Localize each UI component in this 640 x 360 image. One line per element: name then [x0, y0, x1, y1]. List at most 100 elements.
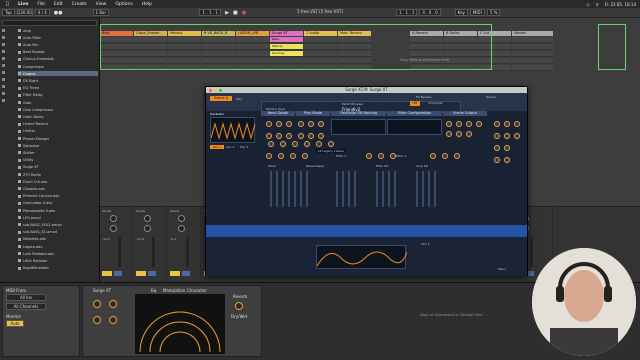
surge-knob[interactable]	[298, 133, 304, 139]
surge-knob[interactable]	[430, 153, 436, 159]
surge-knob[interactable]	[494, 145, 500, 151]
surge-slider[interactable]	[348, 171, 350, 207]
surge-slider[interactable]	[300, 171, 302, 207]
knob-4[interactable]	[109, 316, 117, 324]
browser-item[interactable]: Pianosorbite II.adv	[18, 208, 98, 213]
search-icon[interactable]: ⚲	[596, 2, 599, 7]
browser-item[interactable]: RapidShredder	[18, 266, 98, 271]
surge-knob[interactable]	[378, 153, 384, 159]
volume-fader[interactable]	[118, 237, 121, 267]
surge-knob[interactable]	[266, 153, 272, 159]
surge-slider[interactable]	[282, 171, 284, 207]
knob-1[interactable]	[93, 300, 101, 308]
filter-config-tab[interactable]: Filter Configuration	[387, 111, 442, 116]
surge-knob[interactable]	[456, 131, 462, 137]
surge-knob[interactable]	[318, 121, 324, 127]
oscillator-display[interactable]	[210, 117, 256, 143]
stop-icon[interactable]: ■	[233, 10, 238, 16]
send-b-knob[interactable]	[110, 225, 117, 232]
monitor-auto-button[interactable]: Auto	[6, 320, 24, 327]
character-label[interactable]: Character	[428, 101, 443, 105]
browser-category[interactable]	[2, 63, 18, 68]
surge-knob[interactable]	[466, 131, 472, 137]
scene-output-tab[interactable]: Scene Output	[443, 111, 487, 116]
surge-slider[interactable]	[422, 171, 424, 207]
surge-slider[interactable]	[354, 171, 356, 207]
send-a-knob[interactable]	[110, 215, 117, 222]
browser-item[interactable]: Drum Cut.adv	[18, 179, 98, 184]
surge-knob[interactable]	[456, 121, 462, 127]
surge-slider[interactable]	[388, 171, 390, 207]
surge-knob[interactable]	[280, 141, 286, 147]
browser-item[interactable]: Hybrid Reverb	[18, 122, 98, 127]
modulation-strip[interactable]	[206, 225, 527, 237]
browser-item[interactable]: Glue Compressor	[18, 107, 98, 112]
surge-knob[interactable]	[308, 121, 314, 127]
browser-item[interactable]: sub-BASS_VOL2.amxd	[18, 222, 98, 227]
close-icon[interactable]	[209, 88, 212, 92]
browser-item[interactable]: Legato.adv	[18, 244, 98, 249]
browser-category[interactable]	[2, 70, 18, 75]
osc3-button[interactable]: Osc 3	[240, 145, 248, 149]
surge-knob[interactable]	[302, 153, 308, 159]
browser-item[interactable]: Little Radiator	[18, 258, 98, 263]
track-activator-button[interactable]	[102, 271, 112, 276]
surge-knob[interactable]	[290, 153, 296, 159]
scene-a-button[interactable]: Scene A	[210, 96, 232, 101]
surge-knob[interactable]	[514, 121, 520, 127]
surge-plugin-window[interactable]: Surge XT/9: Surge XT Scene A Poly Patch …	[205, 86, 528, 276]
dry-wet-knob[interactable]	[235, 302, 243, 310]
browser-item[interactable]: Phaser-Flanger	[18, 136, 98, 141]
send-b-knob[interactable]	[144, 225, 151, 232]
minimize-icon[interactable]	[214, 88, 217, 92]
surge-slider[interactable]	[428, 171, 430, 207]
browser-category[interactable]	[2, 91, 18, 96]
browser-item[interactable]: Auto Filter	[18, 35, 98, 40]
surge-knob[interactable]	[298, 121, 304, 127]
search-input[interactable]	[2, 20, 97, 26]
quantize-menu[interactable]: 1 Bar	[92, 9, 110, 16]
eq-tab[interactable]: Eq	[151, 288, 156, 293]
osc2-button[interactable]: Osc 2	[226, 145, 234, 149]
browser-item[interactable]: Grain Delay	[18, 114, 98, 119]
osc1-button[interactable]: Osc 1	[210, 145, 224, 149]
tempo-field[interactable]: 120.00	[16, 9, 33, 16]
surge-slider[interactable]	[376, 171, 378, 207]
surge-slider[interactable]	[294, 171, 296, 207]
app-menu[interactable]: Live	[18, 2, 28, 7]
surge-knob[interactable]	[494, 133, 500, 139]
browser-item[interactable]: Gate	[18, 100, 98, 105]
key-map-button[interactable]: Key	[454, 9, 468, 16]
surge-knob[interactable]	[442, 153, 448, 159]
track-header[interactable]: Master	[512, 31, 553, 36]
surge-knob[interactable]	[504, 157, 510, 163]
surge-slider[interactable]	[270, 171, 272, 207]
browser-category[interactable]	[2, 42, 18, 47]
surge-knob[interactable]	[494, 121, 500, 127]
clip-slot[interactable]	[512, 37, 553, 43]
midi-input-select[interactable]: All Ins	[6, 294, 46, 301]
volume-fader[interactable]	[186, 237, 189, 267]
surge-knob[interactable]	[366, 153, 372, 159]
browser-item[interactable]: Utility	[18, 158, 98, 163]
browser-item[interactable]: Surge XT	[18, 165, 98, 170]
send-b-knob[interactable]	[178, 225, 185, 232]
clip-slot[interactable]	[512, 44, 553, 50]
bend-depth-tab[interactable]: Bend Depth	[261, 111, 295, 116]
surge-slider[interactable]	[336, 171, 338, 207]
browser-item[interactable]: DS Eight	[18, 78, 98, 83]
browser-category[interactable]	[2, 28, 18, 33]
filter-type-menu[interactable]: LP Legacy Ladder	[316, 149, 347, 153]
surge-knob[interactable]	[504, 121, 510, 127]
surge-slider[interactable]	[416, 171, 418, 207]
volume-value[interactable]: -0.0	[170, 237, 176, 241]
surge-knob[interactable]	[292, 141, 298, 147]
surge-knob[interactable]	[286, 133, 292, 139]
surge-knob[interactable]	[318, 133, 324, 139]
track-activator-button[interactable]	[170, 271, 180, 276]
fx-bypass-label[interactable]: FX Bypass	[416, 95, 431, 99]
surge-slider[interactable]	[288, 171, 290, 207]
surge-knob[interactable]	[466, 121, 472, 127]
knob-2[interactable]	[109, 300, 117, 308]
modulation-tab[interactable]: Modulation	[163, 288, 185, 293]
